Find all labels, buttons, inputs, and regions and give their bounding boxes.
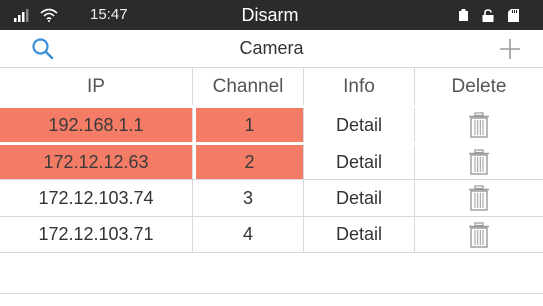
delete-button[interactable] bbox=[415, 217, 543, 252]
camera-table: IP Channel Info Delete 192.168.1.1 1 Det… bbox=[0, 67, 543, 253]
ip-cell[interactable]: 172.12.103.71 bbox=[0, 217, 193, 252]
column-header-ip: IP bbox=[0, 68, 193, 105]
status-left bbox=[14, 0, 58, 30]
delete-button[interactable] bbox=[415, 145, 543, 179]
channel-cell[interactable]: 3 bbox=[193, 180, 304, 216]
title-bar: Camera bbox=[0, 30, 543, 67]
status-right bbox=[459, 0, 519, 30]
column-header-delete: Delete bbox=[451, 75, 507, 97]
table-row[interactable]: 172.12.12.63 2 Detail bbox=[0, 142, 543, 179]
battery-icon bbox=[459, 9, 468, 21]
status-time: 15:47 bbox=[90, 6, 128, 23]
detail-link[interactable]: Detail bbox=[304, 217, 415, 252]
trash-icon bbox=[469, 112, 489, 138]
camera-screen: 15:47 Disarm Camera IP Channel Info Dele… bbox=[0, 0, 543, 306]
ip-cell[interactable]: 192.168.1.1 bbox=[0, 108, 193, 142]
ip-cell[interactable]: 172.12.103.74 bbox=[0, 180, 193, 216]
add-camera-button[interactable] bbox=[497, 36, 523, 62]
unlock-icon bbox=[482, 8, 494, 22]
table-row[interactable]: 172.12.103.74 3 Detail bbox=[0, 179, 543, 216]
bottom-divider bbox=[0, 293, 543, 294]
signal-icon bbox=[14, 9, 29, 22]
table-row[interactable]: 172.12.103.71 4 Detail bbox=[0, 216, 543, 253]
table-row[interactable]: 192.168.1.1 1 Detail bbox=[0, 105, 543, 142]
search-button[interactable] bbox=[30, 36, 56, 62]
ip-cell[interactable]: 172.12.12.63 bbox=[0, 145, 193, 179]
channel-cell[interactable]: 2 bbox=[193, 145, 304, 179]
wifi-icon bbox=[40, 8, 58, 22]
table-header: IP Channel Info Delete bbox=[0, 67, 543, 105]
delete-button[interactable] bbox=[415, 180, 543, 216]
channel-cell[interactable]: 1 bbox=[193, 108, 304, 142]
detail-link[interactable]: Detail bbox=[304, 108, 415, 142]
trash-icon bbox=[469, 221, 489, 248]
arm-mode-label: Disarm bbox=[241, 5, 299, 25]
status-bar: 15:47 Disarm bbox=[0, 0, 543, 30]
trash-icon bbox=[469, 185, 489, 211]
delete-button[interactable] bbox=[415, 108, 543, 142]
sd-card-icon bbox=[508, 8, 519, 22]
search-icon bbox=[32, 38, 54, 60]
page-title: Camera bbox=[239, 38, 304, 58]
channel-cell[interactable]: 4 bbox=[193, 217, 304, 252]
detail-link[interactable]: Detail bbox=[304, 145, 415, 179]
plus-icon bbox=[500, 39, 520, 59]
column-header-channel: Channel bbox=[193, 68, 304, 105]
column-header-info: Info bbox=[304, 68, 415, 105]
detail-link[interactable]: Detail bbox=[304, 180, 415, 216]
trash-icon bbox=[469, 149, 489, 175]
